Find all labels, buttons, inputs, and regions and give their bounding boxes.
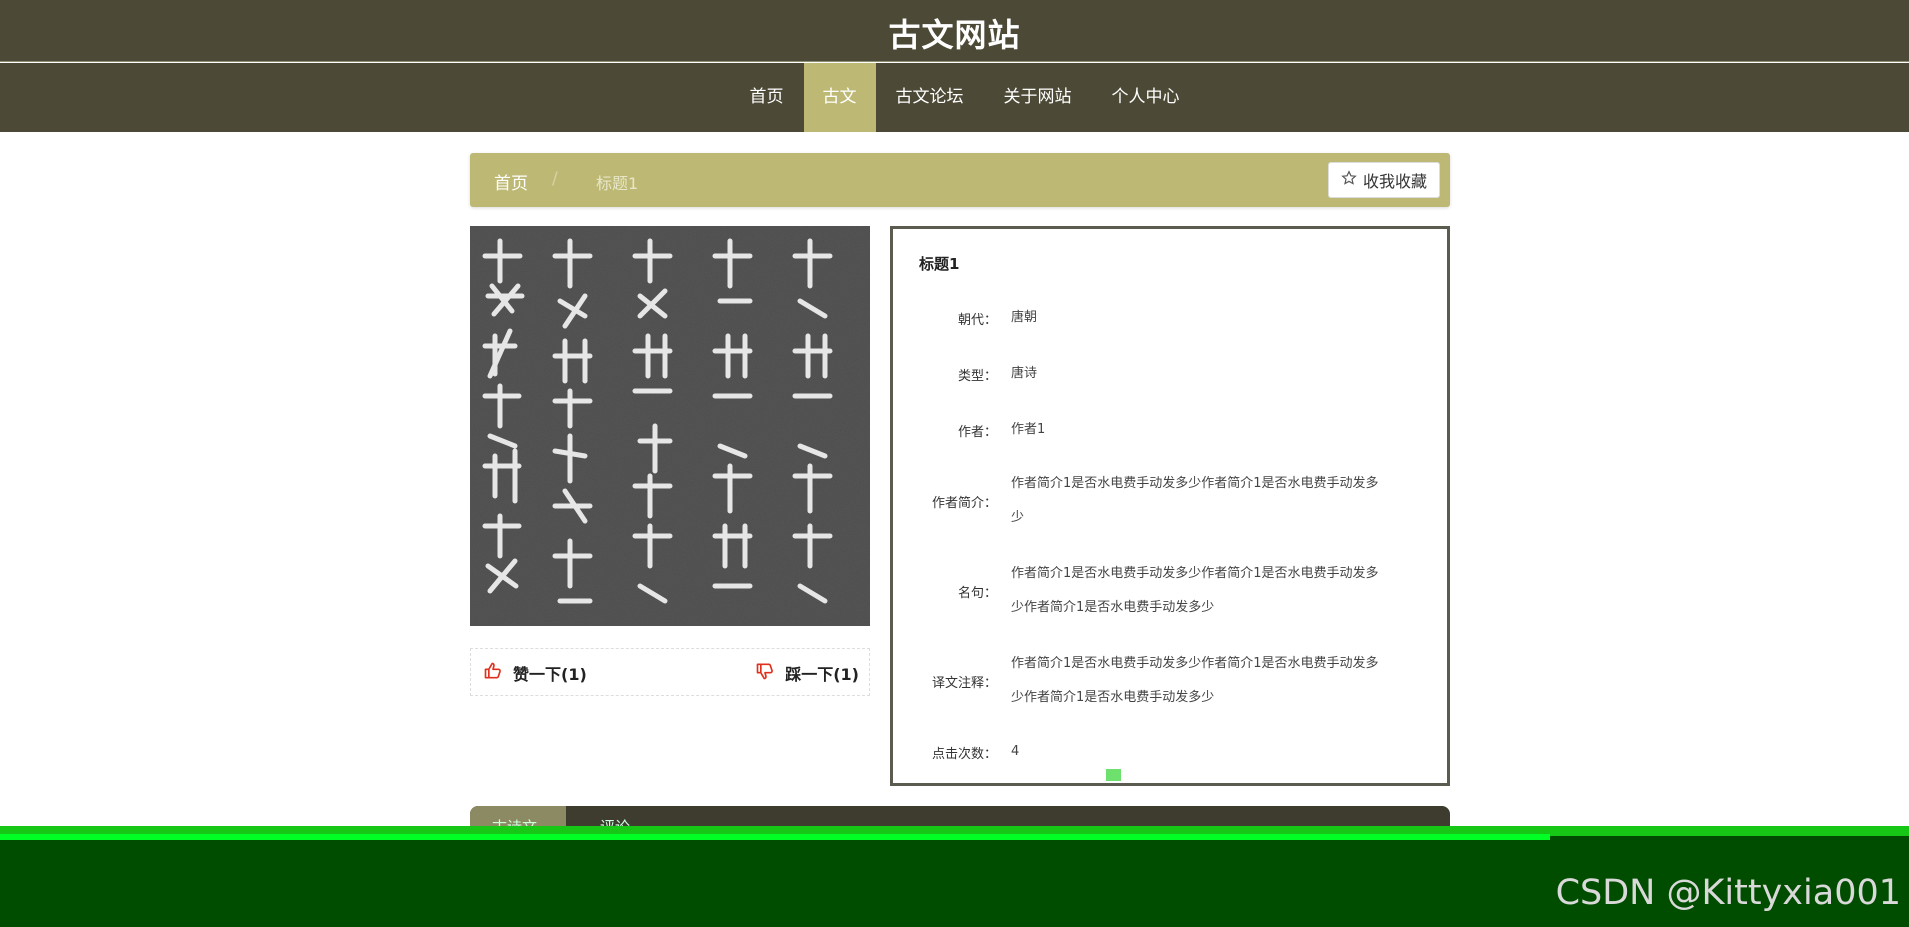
upvote-button[interactable]: 赞一下(1) xyxy=(483,661,587,685)
detail-label: 朝代： xyxy=(957,312,997,328)
detail-value: 唐诗 xyxy=(1011,366,1038,381)
thumbs-down-icon xyxy=(755,661,775,685)
detail-value: 作者简介1是否水电费手动发多少作者简介1是否水电费手动发多少作者简介1是否水电费… xyxy=(1011,566,1379,615)
detail-value: 作者简介1是否水电费手动发多少作者简介1是否水电费手动发多少作者简介1是否水电费… xyxy=(1011,656,1379,705)
breadcrumb: 首页 / 标题1 收我收藏 xyxy=(470,153,1450,207)
detail-row-author-bio: 作者简介： 作者简介1是否水电费手动发多少作者简介1是否水电费手动发多少 xyxy=(893,467,1447,535)
nav-item-about[interactable]: 关于网站 xyxy=(984,63,1092,132)
detail-label: 作者简介： xyxy=(931,495,997,511)
watermark: CSDN @Kittyxia001 xyxy=(1555,873,1901,913)
detail-label: 译文注释： xyxy=(931,675,997,691)
breadcrumb-home-link[interactable]: 首页 xyxy=(494,169,528,194)
render-artifact xyxy=(1106,769,1121,781)
favorite-button[interactable]: 收我收藏 xyxy=(1327,162,1440,198)
nav-item-classics[interactable]: 古文 xyxy=(803,63,876,132)
detail-value: 作者简介1是否水电费手动发多少作者简介1是否水电费手动发多少 xyxy=(1011,476,1379,525)
detail-row-translation: 译文注释： 作者简介1是否水电费手动发多少作者简介1是否水电费手动发多少作者简介… xyxy=(893,647,1447,715)
glitch-line xyxy=(0,834,1550,840)
main-nav: 首页 古文 古文论坛 关于网站 个人中心 xyxy=(0,63,1909,132)
breadcrumb-separator: / xyxy=(552,169,558,189)
site-header: 古文网站 xyxy=(0,0,1909,62)
detail-row-dynasty: 朝代： 唐朝 xyxy=(893,301,1447,335)
nav-item-home[interactable]: 首页 xyxy=(730,63,804,132)
detail-row-famous-line: 名句： 作者简介1是否水电费手动发多少作者简介1是否水电费手动发多少作者简介1是… xyxy=(893,557,1447,625)
detail-title: 标题1 xyxy=(919,255,960,273)
detail-row-clicks: 点击次数： 4 xyxy=(893,735,1447,769)
detail-value: 唐朝 xyxy=(1011,310,1038,325)
nav-item-profile[interactable]: 个人中心 xyxy=(1092,63,1200,132)
detail-label: 名句： xyxy=(957,585,997,601)
downvote-label: 踩一下(1) xyxy=(785,665,859,684)
detail-value: 4 xyxy=(1011,744,1020,759)
calligraphy-image xyxy=(470,226,870,626)
vote-box: 赞一下(1) 踩一下(1) xyxy=(470,648,870,696)
upvote-label: 赞一下(1) xyxy=(513,665,587,684)
detail-label: 类型： xyxy=(957,368,997,384)
poem-detail-panel: 标题1 朝代： 唐朝 类型： 唐诗 作者： 作者1 作者简介： 作者简介1是否水… xyxy=(890,226,1450,786)
detail-value: 作者1 xyxy=(1011,422,1046,437)
breadcrumb-current: 标题1 xyxy=(596,174,639,193)
site-title: 古文网站 xyxy=(888,16,1021,54)
detail-label: 作者： xyxy=(957,424,997,440)
star-outline-icon xyxy=(1341,170,1357,190)
downvote-button[interactable]: 踩一下(1) xyxy=(755,661,859,685)
detail-row-type: 类型： 唐诗 xyxy=(893,357,1447,391)
detail-label: 点击次数： xyxy=(931,746,997,762)
detail-row-author: 作者： 作者1 xyxy=(893,413,1447,447)
favorite-button-label: 收我收藏 xyxy=(1362,172,1427,191)
thumbs-up-icon xyxy=(483,661,503,685)
nav-item-forum[interactable]: 古文论坛 xyxy=(876,63,984,132)
